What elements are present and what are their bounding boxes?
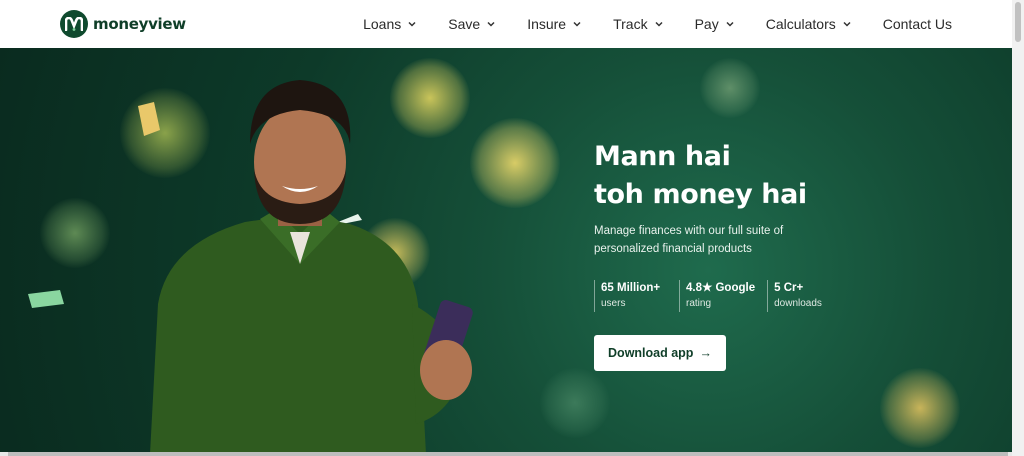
headline-line-1: Mann hai <box>594 141 731 172</box>
headline-line-2: toh money hai <box>594 179 807 210</box>
nav-label: Calculators <box>765 16 836 32</box>
nav-item-insure[interactable]: Insure <box>527 16 582 32</box>
nav-item-pay[interactable]: Pay <box>695 16 735 32</box>
confetti-icon <box>28 290 64 308</box>
stat-label: downloads <box>774 298 822 309</box>
download-app-button[interactable]: Download app → <box>594 335 726 371</box>
moneyview-logo-icon <box>60 10 88 38</box>
chevron-down-icon <box>843 21 851 27</box>
stat-label: users <box>601 298 626 309</box>
stat-value: 65 Million+ <box>601 282 661 294</box>
nav-label: Loans <box>363 16 402 32</box>
hero-headline: Mann hai toh money hai <box>594 138 807 214</box>
bokeh-light <box>880 368 960 448</box>
scrollbar-thumb[interactable] <box>8 452 1008 456</box>
nav-item-calculators[interactable]: Calculators <box>766 16 852 32</box>
arrow-right-icon: → <box>699 346 712 360</box>
stat-label: rating <box>686 298 712 309</box>
brand-logo[interactable]: moneyview <box>60 10 186 38</box>
main-nav: Loans Save Insure Track Pay Calculators … <box>332 0 952 48</box>
nav-item-save[interactable]: Save <box>448 16 496 32</box>
hero-subtext: Manage finances with our full suite of p… <box>594 225 784 255</box>
chevron-down-icon <box>726 21 734 27</box>
stat-value: 4.8★ Google <box>686 282 756 294</box>
nav-item-contact-us[interactable]: Contact Us <box>883 16 952 32</box>
hero-banner: Mann hai toh money hai Manage finances w… <box>0 48 1012 452</box>
download-app-label: Download app <box>608 346 694 360</box>
nav-label: Save <box>448 16 481 32</box>
nav-label: Contact Us <box>882 16 952 32</box>
person-photo <box>150 74 480 452</box>
bokeh-light <box>540 368 610 438</box>
nav-label: Pay <box>694 16 719 32</box>
bokeh-light <box>40 198 110 268</box>
vertical-scrollbar[interactable] <box>1012 0 1024 456</box>
chevron-down-icon <box>408 21 416 27</box>
brand-name: moneyview <box>93 15 186 33</box>
scrollbar-thumb[interactable] <box>1015 2 1021 42</box>
chevron-down-icon <box>487 21 495 27</box>
nav-label: Insure <box>527 16 567 32</box>
stat-value: 5 Cr+ <box>774 282 804 294</box>
nav-item-track[interactable]: Track <box>613 16 663 32</box>
nav-label: Track <box>613 16 648 32</box>
site-header: moneyview Loans Save Insure Track Pay Ca… <box>0 0 1012 48</box>
stat-users: 65 Million+ users <box>594 280 667 312</box>
stat-rating: 4.8★ Google rating <box>679 280 755 312</box>
horizontal-scrollbar[interactable] <box>0 452 1012 456</box>
chevron-down-icon <box>573 21 581 27</box>
nav-item-loans[interactable]: Loans <box>363 16 417 32</box>
stat-downloads: 5 Cr+ downloads <box>767 280 840 312</box>
bokeh-light <box>470 118 560 208</box>
hero-stats: 65 Million+ users 4.8★ Google rating 5 C… <box>594 280 852 312</box>
bokeh-light <box>700 58 760 118</box>
chevron-down-icon <box>655 21 663 27</box>
